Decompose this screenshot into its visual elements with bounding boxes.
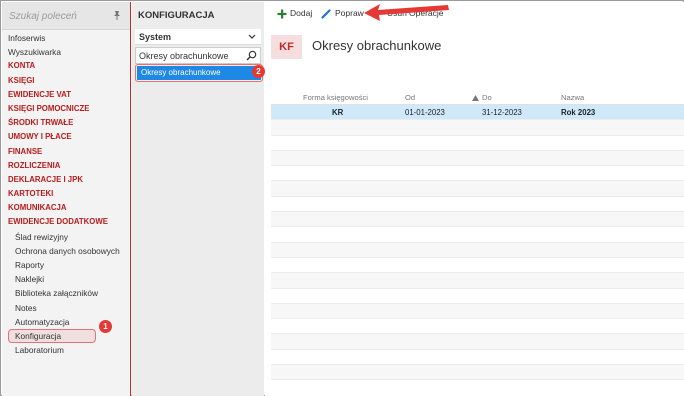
nav-item-label: ŚRODKI TRWAŁE xyxy=(8,118,74,128)
nav-item-label: Biblioteka załączników xyxy=(15,288,99,299)
search-icon[interactable] xyxy=(246,50,257,61)
empty-table-row xyxy=(271,181,684,197)
nav-item-label: FINANSE xyxy=(8,146,43,156)
table-header: Forma księgowości Od Do Nazwa xyxy=(271,91,684,105)
system-dropdown[interactable]: System xyxy=(135,29,261,45)
configuration-search-input[interactable]: Okresy obrachunkowe xyxy=(135,47,261,64)
nav-item-konta[interactable]: KONTA xyxy=(2,59,130,73)
step-marker-2: 2 xyxy=(252,65,265,78)
nav-item-raporty[interactable]: Raporty xyxy=(2,258,130,272)
nav-item-ewidencje-dodatkowe[interactable]: EWIDENCJE DODATKOWE xyxy=(2,215,130,229)
nav-item-ewidencje-vat[interactable]: EWIDENCJE VAT xyxy=(2,88,130,102)
cell-od: 01-01-2023 xyxy=(405,108,445,117)
nav-item-label: Raporty xyxy=(15,260,45,270)
column-header-do[interactable]: Do xyxy=(482,93,492,102)
nav-item-laboratorium[interactable]: Laboratorium xyxy=(2,343,130,357)
cell-do: 31-12-2023 xyxy=(482,108,522,117)
empty-table-row xyxy=(271,303,684,320)
chevron-down-icon xyxy=(248,34,256,39)
nav-item-label: Automatyzacja xyxy=(15,316,70,327)
nav-item-konfiguracja[interactable]: Konfiguracja xyxy=(2,328,130,343)
table-empty-rows xyxy=(271,120,684,381)
empty-table-row xyxy=(271,319,684,335)
nav-item-label: Ślad rewizyjny xyxy=(15,231,69,242)
column-header-forma[interactable]: Forma księgowości xyxy=(303,93,368,102)
sort-ascending-icon xyxy=(472,95,479,101)
nav-item-label: KONTA xyxy=(8,61,36,71)
command-search-box[interactable]: Szukaj poleceń xyxy=(2,2,130,30)
page-title: Okresy obrachunkowe xyxy=(312,38,442,53)
config-item-okresy-obrachunkowe[interactable]: Okresy obrachunkowe xyxy=(137,66,261,80)
empty-table-row xyxy=(271,350,684,366)
empty-table-row xyxy=(271,197,684,213)
nav-item-label: KSIĘGI xyxy=(8,75,35,85)
pencil-icon[interactable] xyxy=(321,9,331,19)
nav-item-label: Wyszukiwarka xyxy=(8,47,61,58)
system-dropdown-label: System xyxy=(139,32,172,42)
nav-item-label: DEKLARACJE I JPK xyxy=(8,174,83,184)
configuration-header: KONFIGURACJA xyxy=(138,10,215,21)
nav-item-label: KOMUNIKACJA xyxy=(8,203,67,213)
nav-item-label: KARTOTEKI xyxy=(8,189,54,199)
empty-table-row xyxy=(271,365,684,381)
nav-item-label: Laboratorium xyxy=(15,345,64,356)
nav-item-wyszukiwarka[interactable]: Wyszukiwarka xyxy=(2,45,130,59)
app-window: Szukaj poleceń Infoserwis Wyszukiwarka KON… xyxy=(0,0,684,396)
column-header-od[interactable]: Od xyxy=(405,93,415,102)
cell-nazwa: Rok 2023 xyxy=(561,108,596,117)
nav-item-label: EWIDENCJE DODATKOWE xyxy=(8,217,108,227)
nav-item-kartoteki[interactable]: KARTOTEKI xyxy=(2,187,130,201)
step-marker-1: 1 xyxy=(99,320,112,333)
nav-item-ochrona-danych-osobowych[interactable]: Ochrona danych osobowych xyxy=(2,244,130,258)
nav-item-komunikacja[interactable]: KOMUNIKACJA xyxy=(2,201,130,215)
empty-table-row xyxy=(271,273,684,289)
command-search-placeholder: Szukaj poleceń xyxy=(9,11,77,22)
nav-item-umowy-i-płace[interactable]: UMOWY I PŁACE xyxy=(2,130,130,144)
nav-item-środki-trwałe[interactable]: ŚRODKI TRWAŁE xyxy=(2,116,130,130)
nav-item-notes[interactable]: Notes xyxy=(2,301,130,315)
nav-item-naklejki[interactable]: Naklejki xyxy=(2,272,130,286)
nav-item-infoserwis[interactable]: Infoserwis xyxy=(2,31,130,45)
empty-table-row xyxy=(271,334,684,350)
empty-table-row xyxy=(271,242,684,258)
nav-item-rozliczenia[interactable]: ROZLICZENIA xyxy=(2,159,130,173)
nav-item-deklaracje-i-jpk[interactable]: DEKLARACJE I JPK xyxy=(2,173,130,187)
empty-table-row xyxy=(271,258,684,274)
configuration-panel: KONFIGURACJA System Okresy obrachunkowe … xyxy=(132,2,264,396)
nav-item-label: KSIĘGI POMOCNICZE xyxy=(8,103,90,113)
nav-item-księgi-pomocnicze[interactable]: KSIĘGI POMOCNICZE xyxy=(2,102,130,116)
nav-item-label: Naklejki xyxy=(15,274,45,285)
empty-table-row xyxy=(271,120,684,136)
plus-icon[interactable] xyxy=(277,9,287,19)
empty-table-row xyxy=(271,289,684,304)
navigation-sidebar: Szukaj poleceń Infoserwis Wyszukiwarka KON… xyxy=(2,2,131,396)
empty-table-row xyxy=(271,166,684,182)
pin-icon[interactable] xyxy=(112,10,122,20)
table-row[interactable]: KR 01-01-2023 31-12-2023 Rok 2023 xyxy=(271,105,684,121)
empty-table-row xyxy=(271,150,684,167)
empty-table-row xyxy=(271,136,684,151)
add-button[interactable]: Dodaj xyxy=(290,8,312,18)
configuration-search-value: Okresy obrachunkowe xyxy=(139,51,229,61)
cell-forma: KR xyxy=(332,108,344,117)
periods-table: Forma księgowości Od Do Nazwa KR 01-01-2… xyxy=(271,91,684,381)
empty-table-row xyxy=(271,212,684,228)
nav-item-biblioteka-załączników[interactable]: Biblioteka załączników xyxy=(2,286,130,300)
nav-item-ślad-rewizyjny[interactable]: Ślad rewizyjny xyxy=(2,230,130,244)
empty-table-row xyxy=(271,227,684,243)
nav-item-label: UMOWY I PŁACE xyxy=(8,132,72,142)
nav-item-label: ROZLICZENIA xyxy=(8,160,61,170)
nav-item-label: Infoserwis xyxy=(8,33,46,43)
column-header-nazwa[interactable]: Nazwa xyxy=(561,93,584,102)
nav-item-label: EWIDENCJE VAT xyxy=(8,89,71,99)
nav-item-księgi[interactable]: KSIĘGI xyxy=(2,74,130,88)
nav-item-finanse[interactable]: FINANSE xyxy=(2,145,130,159)
nav-menu-list: Infoserwis Wyszukiwarka KONTA KSIĘGI EWIDENC… xyxy=(2,31,130,357)
nav-item-label: Notes xyxy=(15,302,37,313)
nav-item-label: Ochrona danych osobowych xyxy=(15,245,120,256)
annotation-arrow xyxy=(364,4,449,21)
nav-item-label: Konfiguracja xyxy=(15,330,62,341)
section-badge: KF xyxy=(271,35,302,59)
